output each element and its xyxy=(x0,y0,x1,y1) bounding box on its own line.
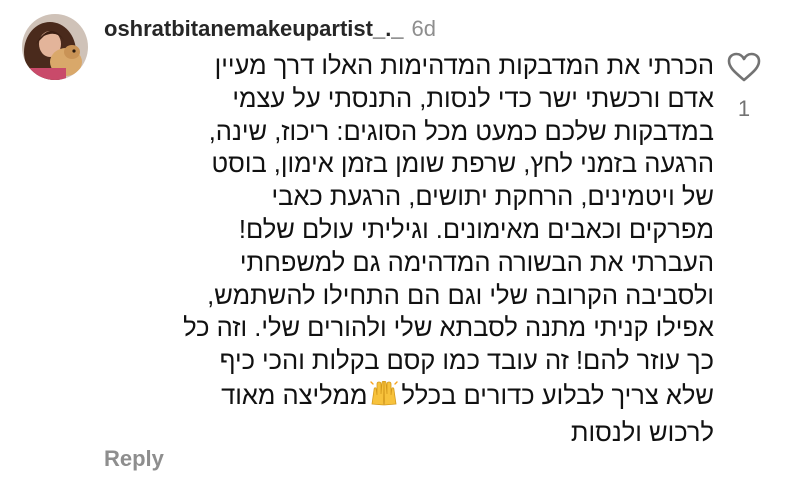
comment-line: אפילו קניתי מתנה לסבתא שלי ולהורים שלי. … xyxy=(183,314,714,343)
like-count[interactable]: 1 xyxy=(724,96,764,122)
raising-hands-emoji-icon xyxy=(369,378,399,417)
comment-line: הכרתי את המדבקות המדהימות האלו דרך מעיין xyxy=(214,52,714,80)
comment-line: אדם ורכשתי ישר כדי לנסות, התנסתי על עצמי xyxy=(232,84,714,113)
comment-text-fragment: שלא צריך לבלוע כדורים בכלל xyxy=(401,381,714,410)
comment-line: ולסביבה הקרובה שלי וגם הם התחילו להשתמש, xyxy=(207,281,714,310)
comment-line: העברתי את הבשורה המדהימה גם למשפחתי xyxy=(239,248,714,277)
comment-text-fragment: ממליצה מאוד xyxy=(221,381,368,410)
comment-line: כך עוזר להם! זה עובד כמו קסם בקלות והכי … xyxy=(219,347,714,376)
comment-line: הרגעה בזמני לחץ, שרפת שומן בזמן אימון, ב… xyxy=(211,150,714,179)
comment-line: לרכוש ולנסות xyxy=(570,418,714,447)
comment-line: של ויטמינים, הרחקת יתושים, הרגעת כאבי xyxy=(271,183,714,212)
comment-timestamp[interactable]: 6d xyxy=(412,16,436,41)
comment-header: oshratbitanemakeupartist_._ 6d xyxy=(104,14,436,44)
reply-button[interactable]: Reply xyxy=(104,446,164,472)
profile-photo xyxy=(22,14,88,80)
comment-line: במדבקות שלכם כמעט מכל הסוגים: ריכוז, שינ… xyxy=(208,117,714,146)
comment-line: מפרקים וכאבים מאימונים. וגיליתי עולם שלם… xyxy=(238,215,714,244)
heart-outline-icon[interactable] xyxy=(727,52,761,82)
avatar[interactable] xyxy=(22,14,88,80)
username-link[interactable]: oshratbitanemakeupartist_._ xyxy=(104,16,404,41)
comment-text: הכרתי את המדבקות המדהימות האלו דרך מעיין… xyxy=(100,50,714,450)
like-column: 1 xyxy=(724,52,764,122)
comment-line-with-emoji: שלא צריך לבלוע כדורים בכלל ממליצה מאוד xyxy=(100,378,714,417)
